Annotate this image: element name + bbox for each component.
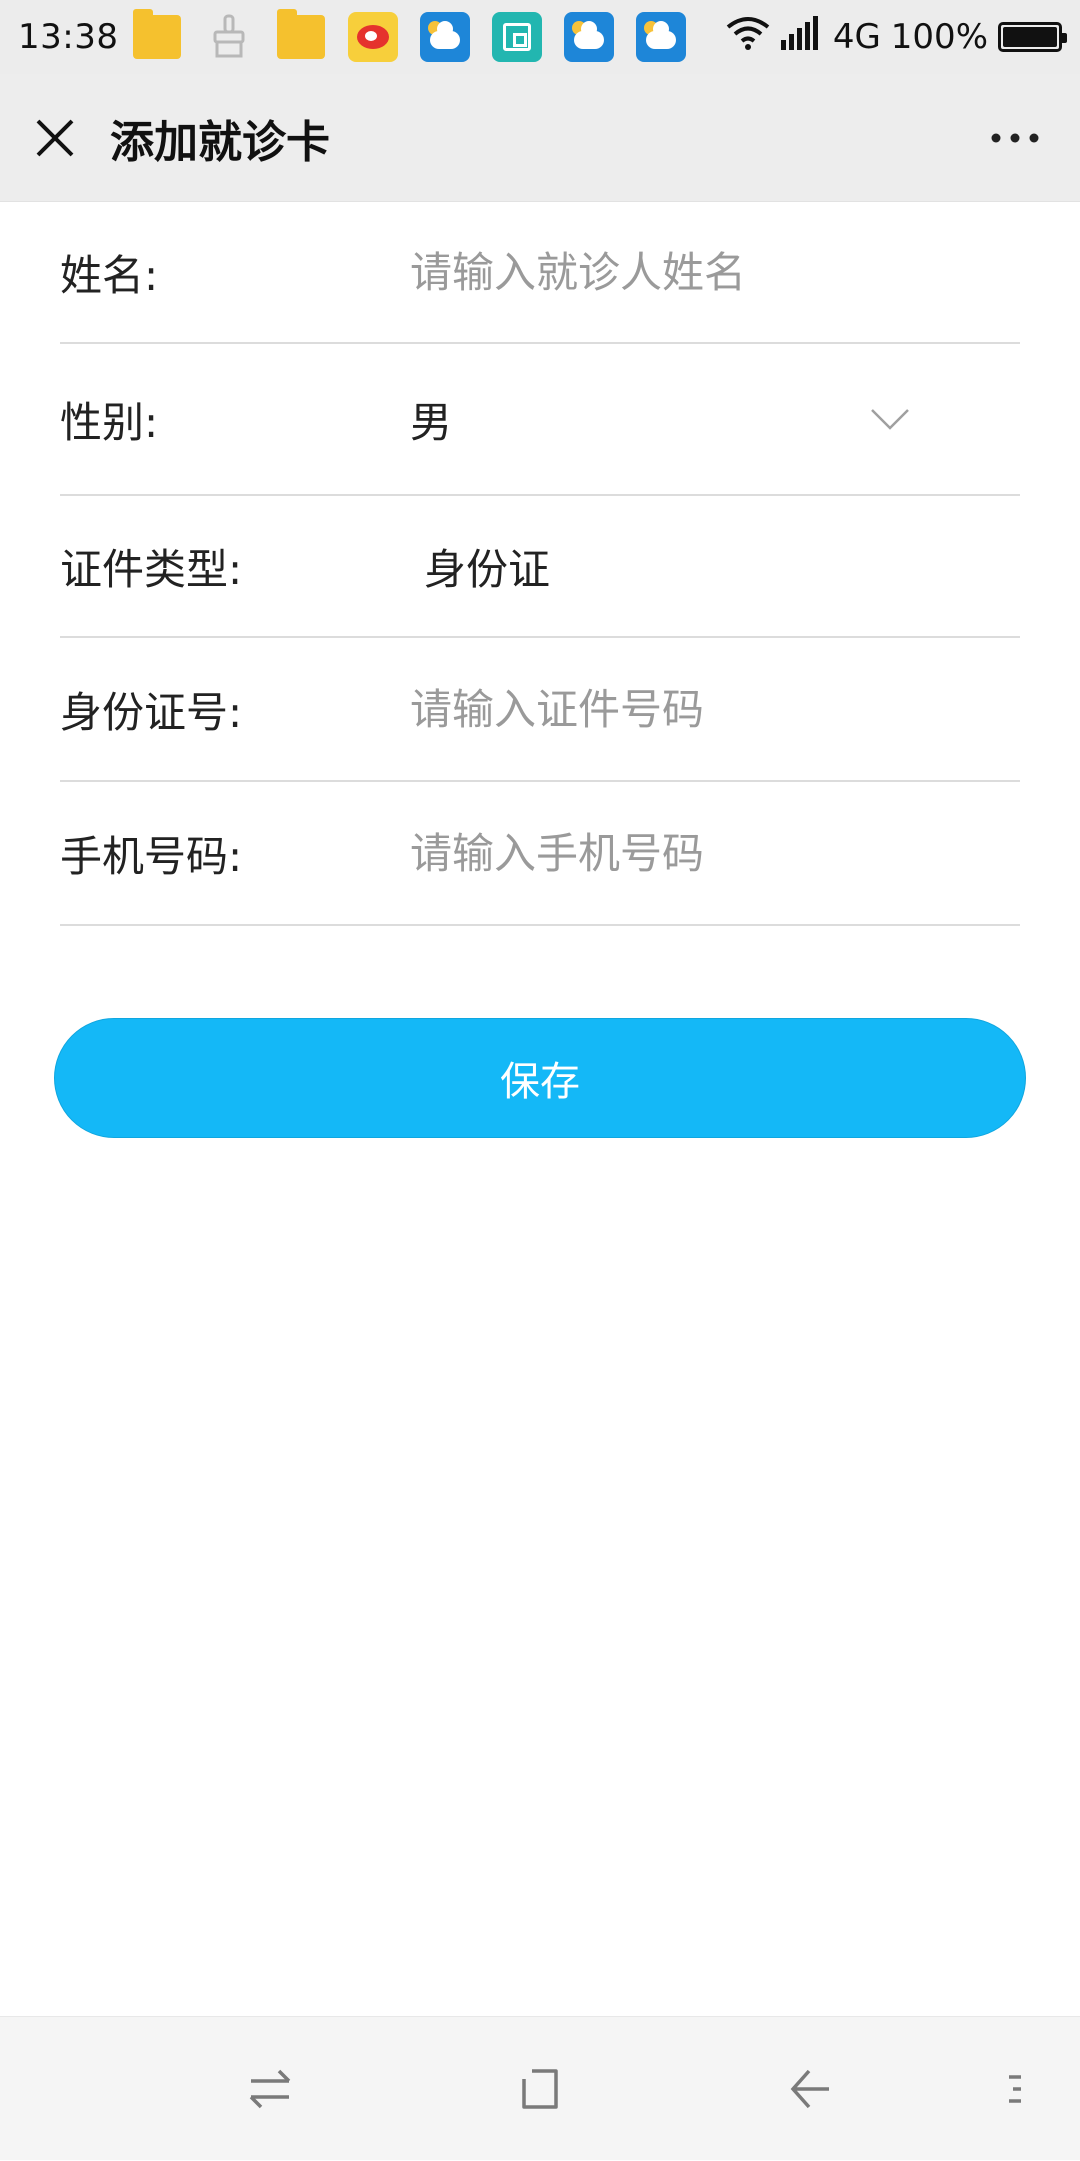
phone-field-wrap: [410, 828, 1020, 878]
id-number-label: 身份证号:: [60, 687, 243, 737]
weather-icon: [420, 12, 471, 62]
id-type-value: 身份证: [424, 544, 551, 594]
menu-icon: [1009, 2075, 1021, 2103]
back-button[interactable]: [740, 2017, 880, 2161]
id-number-input[interactable]: [410, 684, 1020, 734]
notification-icons: [132, 9, 687, 62]
close-icon: [36, 119, 74, 156]
signal-icon: [780, 15, 823, 59]
status-bar: 13:38 4G 100%: [0, 0, 1080, 74]
form-row-name: 姓名:: [60, 202, 1020, 344]
folder-icon: [276, 9, 326, 62]
name-input[interactable]: [410, 247, 1020, 297]
name-label: 姓名:: [60, 250, 159, 300]
nav-menu-button[interactable]: [950, 2017, 1080, 2161]
home-button[interactable]: [470, 2017, 610, 2161]
brush-icon: [204, 12, 254, 62]
weather-icon: [636, 12, 687, 62]
gender-select[interactable]: 男: [410, 389, 1020, 450]
form-row-gender[interactable]: 性别: 男: [60, 344, 1020, 496]
save-button[interactable]: 保存: [54, 1018, 1026, 1138]
battery-icon: [998, 22, 1067, 52]
form-row-id-number: 身份证号:: [60, 638, 1020, 782]
status-right: 4G 100%: [725, 15, 1067, 60]
close-button[interactable]: [0, 74, 110, 202]
chevron-down-icon: [871, 409, 909, 430]
folder-icon: [132, 9, 182, 62]
phone-label: 手机号码:: [60, 831, 243, 881]
more-dots-icon: [991, 133, 1039, 142]
page-title: 添加就诊卡: [110, 116, 330, 168]
patient-card-form: 姓名: 性别: 男 证件类型: 身份证 身份证号: 手机号码:: [60, 202, 1020, 926]
back-arrow-icon: [790, 2069, 829, 2109]
gender-label: 性别:: [60, 397, 159, 447]
battery-percent: 100%: [890, 17, 988, 57]
phone-input[interactable]: [410, 828, 1020, 878]
more-button[interactable]: [950, 74, 1080, 202]
network-type: 4G: [832, 17, 881, 57]
weibo-icon: [348, 12, 399, 62]
id-number-field-wrap: [410, 684, 1020, 734]
status-time: 13:38: [18, 17, 119, 57]
scan-icon: [492, 12, 543, 62]
id-type-label: 证件类型:: [60, 544, 243, 594]
system-nav-bar: [0, 2016, 1080, 2160]
id-type-field: 身份证: [410, 536, 1020, 597]
home-square-icon: [522, 2069, 558, 2109]
switch-apps-button[interactable]: [200, 2017, 340, 2161]
weather-icon: [564, 12, 615, 62]
wifi-icon: [725, 15, 771, 60]
name-field-wrap: [410, 247, 1020, 297]
switch-icon: [249, 2069, 291, 2109]
title-bar: 添加就诊卡: [0, 74, 1080, 202]
gender-value: 男: [410, 397, 453, 447]
form-row-id-type: 证件类型: 身份证: [60, 496, 1020, 638]
form-row-phone: 手机号码:: [60, 782, 1020, 926]
